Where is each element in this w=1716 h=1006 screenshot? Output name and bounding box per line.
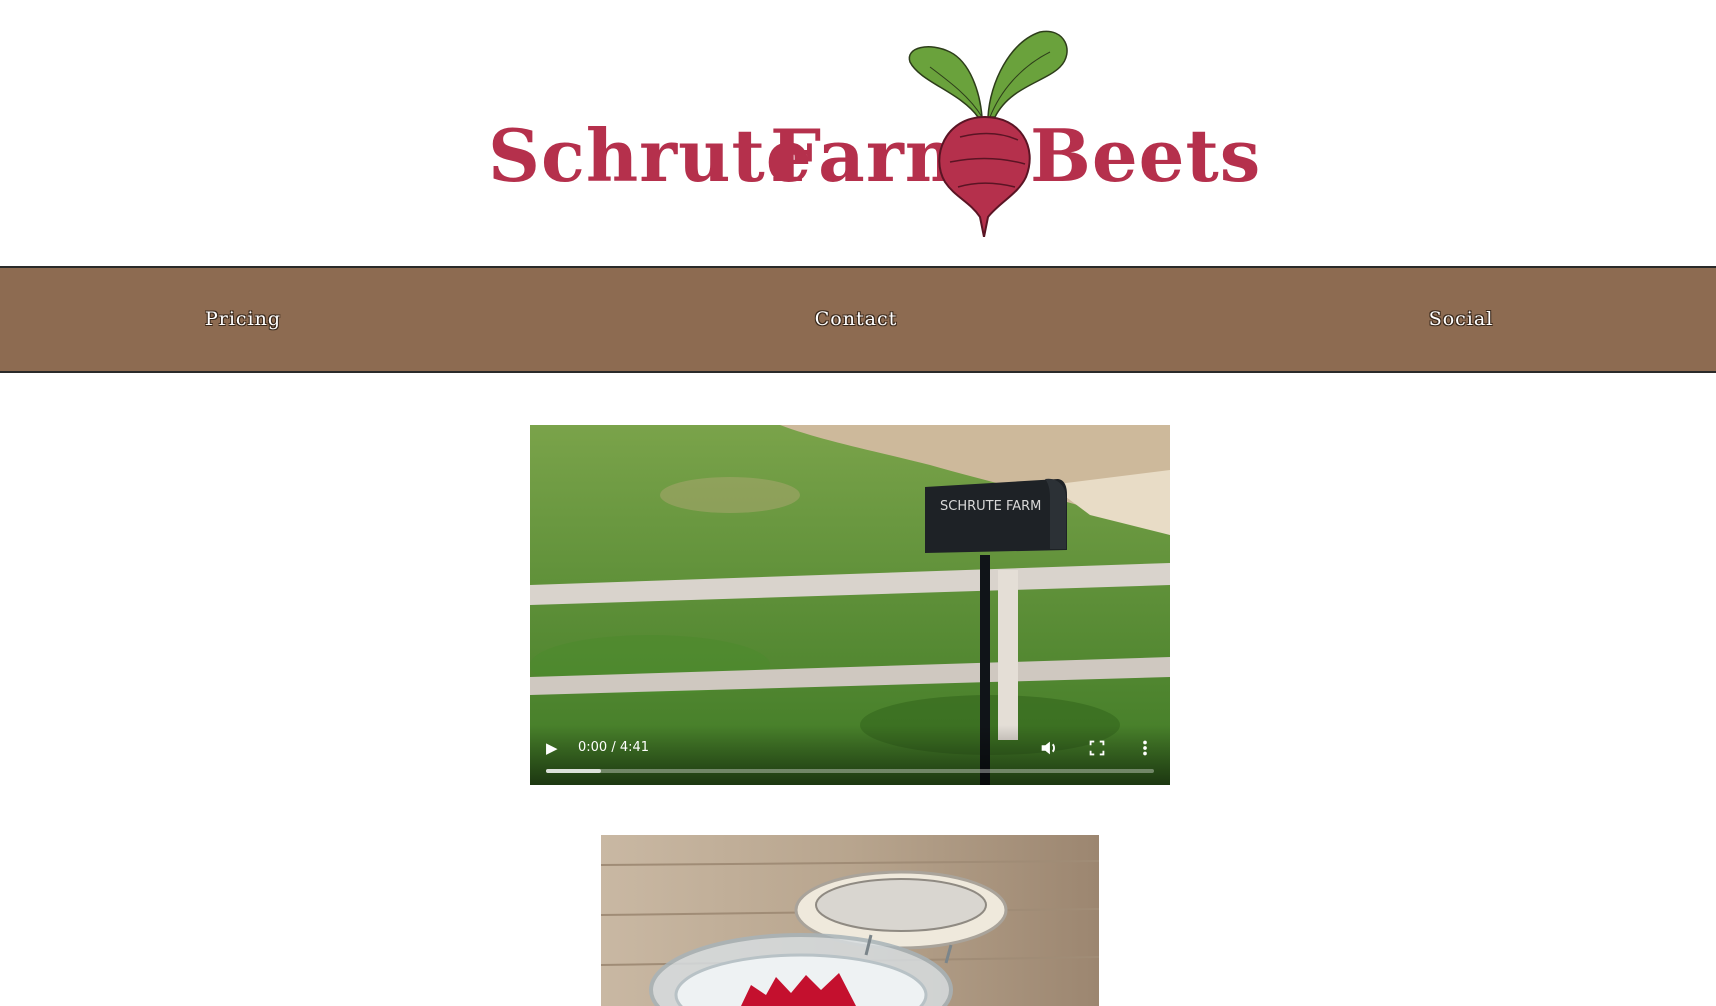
- video-buffer-fill: [546, 769, 601, 773]
- jar-of-beets-image: [601, 835, 1099, 1006]
- video-player[interactable]: SCHRUTE FARM ▶ 0:00 / 4:41: [530, 425, 1170, 785]
- fullscreen-icon[interactable]: [1086, 737, 1108, 759]
- video-controls: ▶ 0:00 / 4:41: [530, 725, 1170, 785]
- volume-icon[interactable]: [1038, 737, 1060, 759]
- logo-word-beets: Beets: [1030, 113, 1262, 198]
- nav-item-social[interactable]: Social: [1429, 308, 1494, 330]
- main-navbar: Pricing Contact Social: [0, 266, 1716, 373]
- play-icon[interactable]: ▶: [546, 739, 564, 757]
- video-progress-bar[interactable]: [546, 769, 1154, 773]
- logo-word-schrute: Schrute: [488, 113, 813, 198]
- mailbox-sign-text: SCHRUTE FARM: [940, 499, 1041, 514]
- video-time-display: 0:00 / 4:41: [578, 740, 650, 755]
- more-vertical-icon[interactable]: [1134, 737, 1156, 759]
- nav-item-contact[interactable]: Contact: [815, 308, 897, 330]
- nav-item-pricing[interactable]: Pricing: [205, 308, 281, 330]
- site-logo[interactable]: Schrute Farm Beets: [480, 22, 1260, 237]
- site-header: Schrute Farm Beets: [0, 0, 1716, 266]
